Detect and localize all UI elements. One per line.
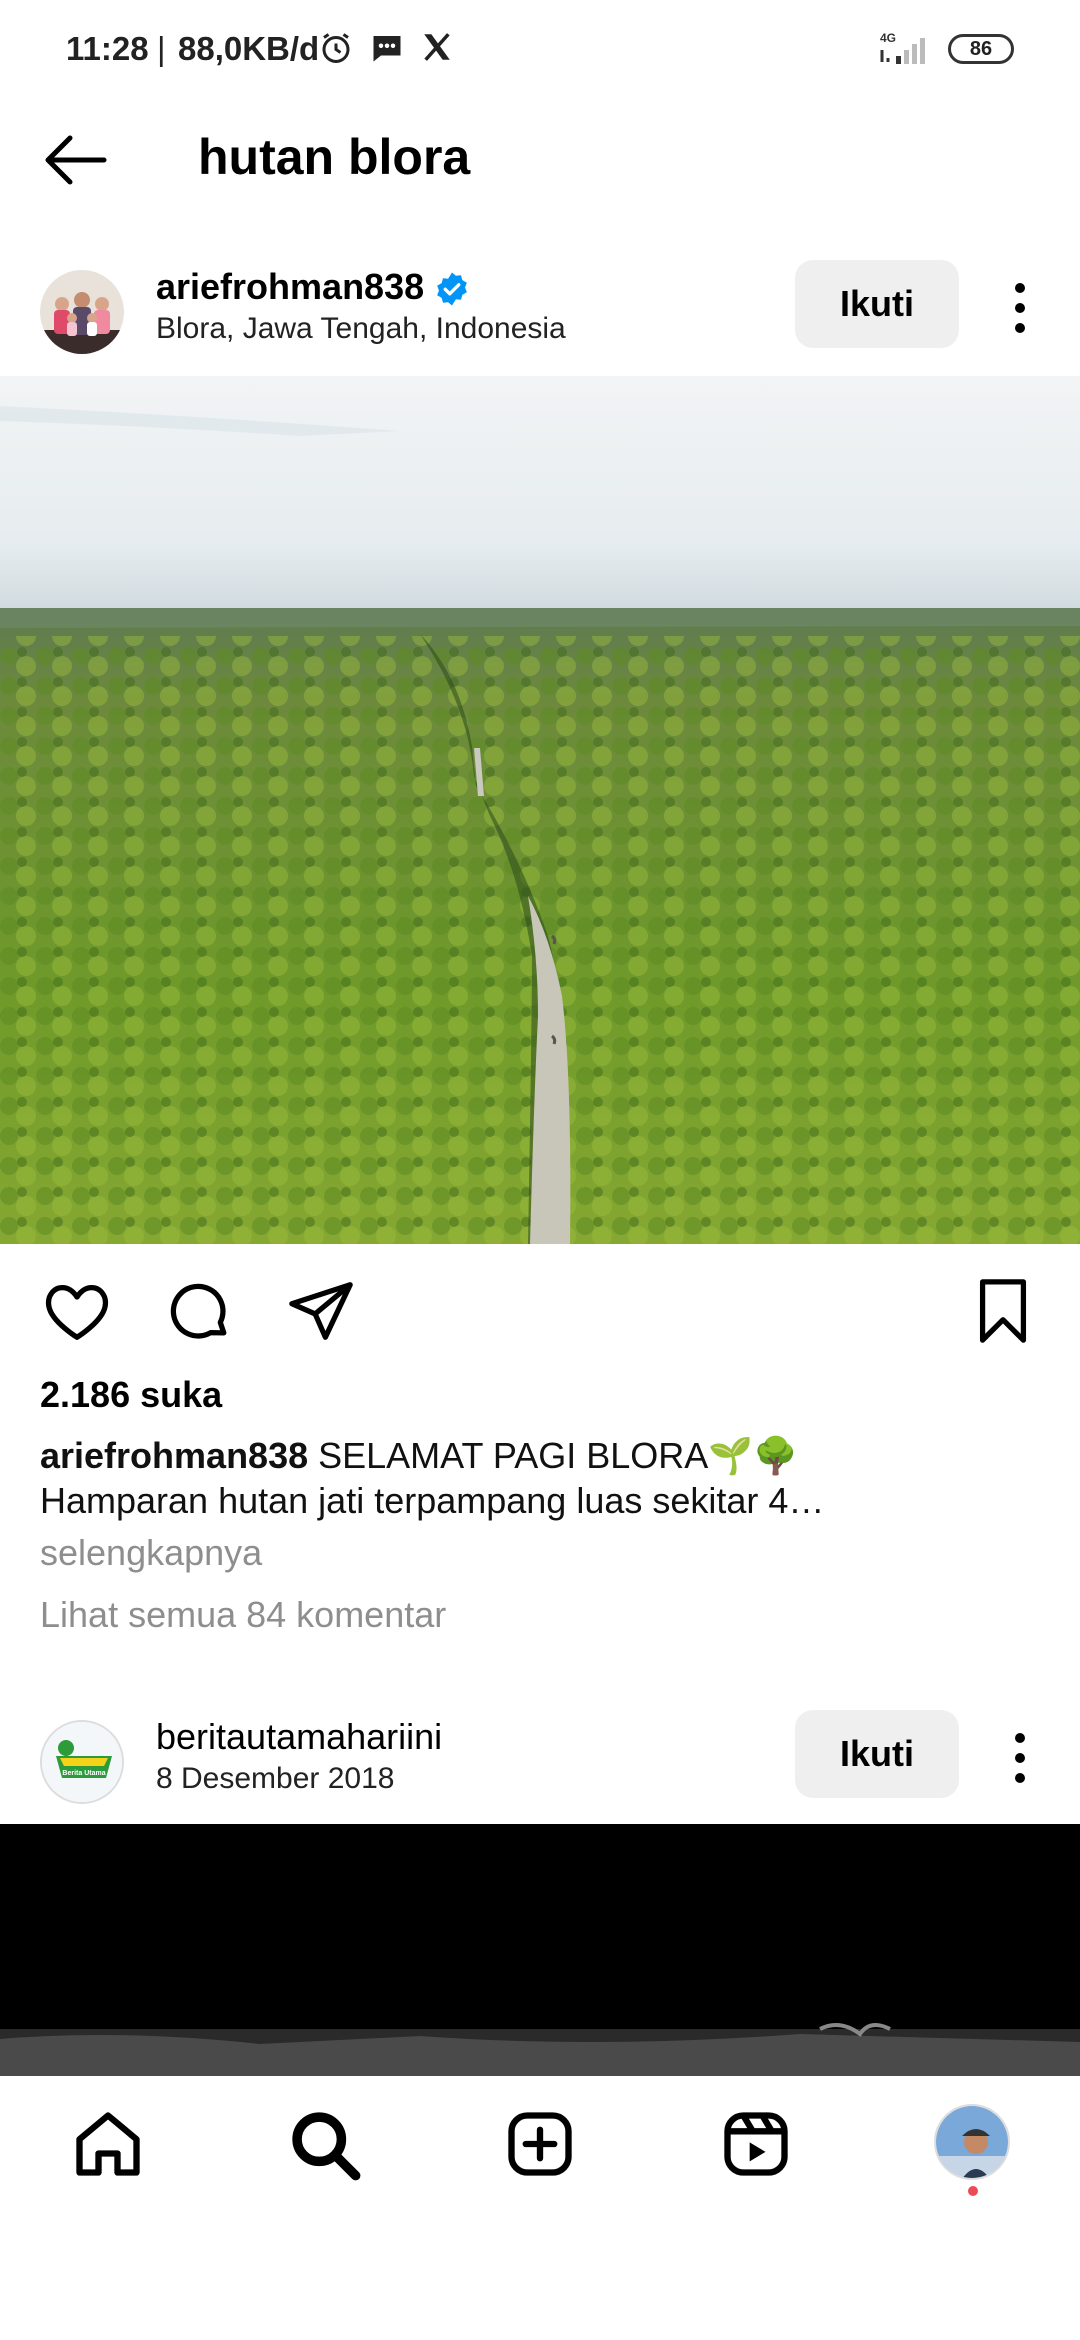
likes-count[interactable]: 2.186 suka	[40, 1374, 222, 1416]
page-title: hutan blora	[198, 129, 471, 185]
see-more-link[interactable]: selengkapnya	[40, 1532, 262, 1574]
caption-line-2: Hamparan hutan jati terpampang luas seki…	[40, 1480, 825, 1521]
username-text[interactable]: ariefrohman838	[156, 266, 424, 307]
status-bar: 11:28 | 88,0KB/d 4G 86	[0, 0, 1080, 100]
status-speed: 88,0KB/d	[178, 30, 320, 67]
more-options-icon[interactable]	[1000, 1728, 1040, 1788]
post-caption: ariefrohman838 SELAMAT PAGI BLORA🌱🌳	[40, 1430, 1040, 1482]
follow-button[interactable]: Ikuti	[795, 1710, 959, 1798]
battery-indicator: 86	[948, 34, 1014, 64]
message-icon	[368, 30, 406, 71]
create-post-icon[interactable]	[502, 2106, 578, 2182]
avatar[interactable]	[40, 270, 124, 354]
avatar[interactable]: Berita Utama	[40, 1720, 124, 1804]
post-image[interactable]	[0, 376, 1080, 1244]
post-location[interactable]: Blora, Jawa Tengah, Indonesia	[156, 312, 566, 346]
follow-button[interactable]: Ikuti	[795, 260, 959, 348]
like-heart-icon[interactable]	[42, 1276, 112, 1346]
post-actions	[0, 1266, 1080, 1356]
network-label: 4G	[880, 31, 896, 45]
back-button[interactable]	[38, 128, 110, 192]
notification-dot	[968, 2186, 978, 2196]
bottom-navigation	[0, 2076, 1080, 2340]
bookmark-icon[interactable]	[968, 1276, 1038, 1346]
post-username[interactable]: ariefrohman838	[156, 266, 470, 308]
share-send-icon[interactable]	[286, 1276, 356, 1346]
profile-avatar[interactable]	[934, 2104, 1010, 2180]
caption-username[interactable]: ariefrohman838	[40, 1435, 308, 1476]
status-separator: |	[157, 30, 166, 67]
status-time: 11:28	[66, 30, 149, 67]
reels-icon[interactable]	[718, 2106, 794, 2182]
x-app-icon	[420, 30, 454, 69]
post-date: 8 Desember 2018	[156, 1762, 395, 1795]
post-header: ariefrohman838 Blora, Jawa Tengah, Indon…	[0, 250, 1080, 370]
arrow-left-icon	[45, 135, 107, 185]
post-header-2: Berita Utama beritautamahariini 8 Desemb…	[0, 1700, 1080, 1820]
alarm-icon	[318, 30, 354, 71]
home-icon[interactable]	[70, 2106, 146, 2182]
post-username[interactable]: beritautamahariini	[156, 1716, 442, 1758]
avatar-logo-text: Berita Utama	[62, 1770, 105, 1777]
verified-badge-icon	[434, 271, 470, 307]
view-comments-link[interactable]: Lihat semua 84 komentar	[40, 1594, 446, 1636]
more-options-icon[interactable]	[1000, 278, 1040, 338]
post-image-2[interactable]	[0, 1824, 1080, 2076]
search-icon[interactable]	[286, 2106, 362, 2182]
caption-text: SELAMAT PAGI BLORA🌱🌳	[308, 1435, 798, 1476]
comment-icon[interactable]	[164, 1276, 234, 1346]
signal-icon: 4G	[876, 28, 936, 68]
top-bar: hutan blora	[0, 100, 1080, 220]
